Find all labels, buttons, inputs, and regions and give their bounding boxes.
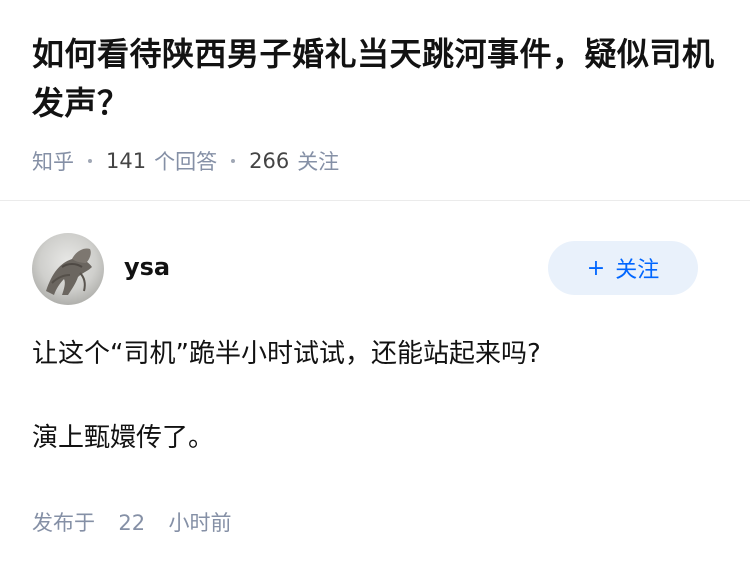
source-label[interactable]: 知乎 bbox=[32, 146, 74, 176]
answer-page: 如何看待陕西男子婚礼当天跳河事件，疑似司机发声？ 知乎 141 个回答 266 … bbox=[0, 0, 750, 568]
published-time: 发布于 22 小时前 bbox=[32, 507, 718, 537]
answer-paragraph: 让这个“司机”跪半小时试试，还能站起来吗? bbox=[32, 339, 541, 369]
author-name[interactable]: ysa bbox=[124, 253, 170, 281]
published-unit: 小时前 bbox=[168, 511, 232, 535]
author-row: ysa + 关注 bbox=[32, 233, 718, 305]
answer-paragraph: 演上甄嬛传了。 bbox=[32, 423, 215, 453]
published-label: 发布于 bbox=[32, 511, 95, 535]
answer-card: ysa + 关注 让这个“司机”跪半小时试试，还能站起来吗? 演上甄嬛传了。 发… bbox=[0, 233, 750, 537]
question-meta: 知乎 141 个回答 266 关注 bbox=[32, 146, 718, 176]
follow-button-label: 关注 bbox=[615, 258, 660, 283]
answers-count: 141 bbox=[106, 149, 147, 173]
answer-content[interactable]: 让这个“司机”跪半小时试试，还能站起来吗? 演上甄嬛传了。 bbox=[32, 335, 718, 457]
avatar-image bbox=[32, 233, 104, 305]
section-divider bbox=[0, 200, 750, 201]
plus-icon: + bbox=[586, 255, 606, 281]
answers-label: 个回答 bbox=[154, 150, 218, 174]
followers-label: 关注 bbox=[297, 150, 340, 174]
separator-dot bbox=[231, 159, 236, 163]
followers-count: 266 bbox=[249, 149, 290, 173]
question-header: 如何看待陕西男子婚礼当天跳河事件，疑似司机发声？ 知乎 141 个回答 266 … bbox=[0, 0, 750, 174]
avatar[interactable] bbox=[32, 233, 104, 305]
separator-dot bbox=[88, 159, 92, 163]
published-value: 22 bbox=[118, 511, 146, 535]
question-title[interactable]: 如何看待陕西男子婚礼当天跳河事件，疑似司机发声？ bbox=[32, 30, 718, 128]
follow-button[interactable]: + 关注 bbox=[548, 241, 698, 295]
